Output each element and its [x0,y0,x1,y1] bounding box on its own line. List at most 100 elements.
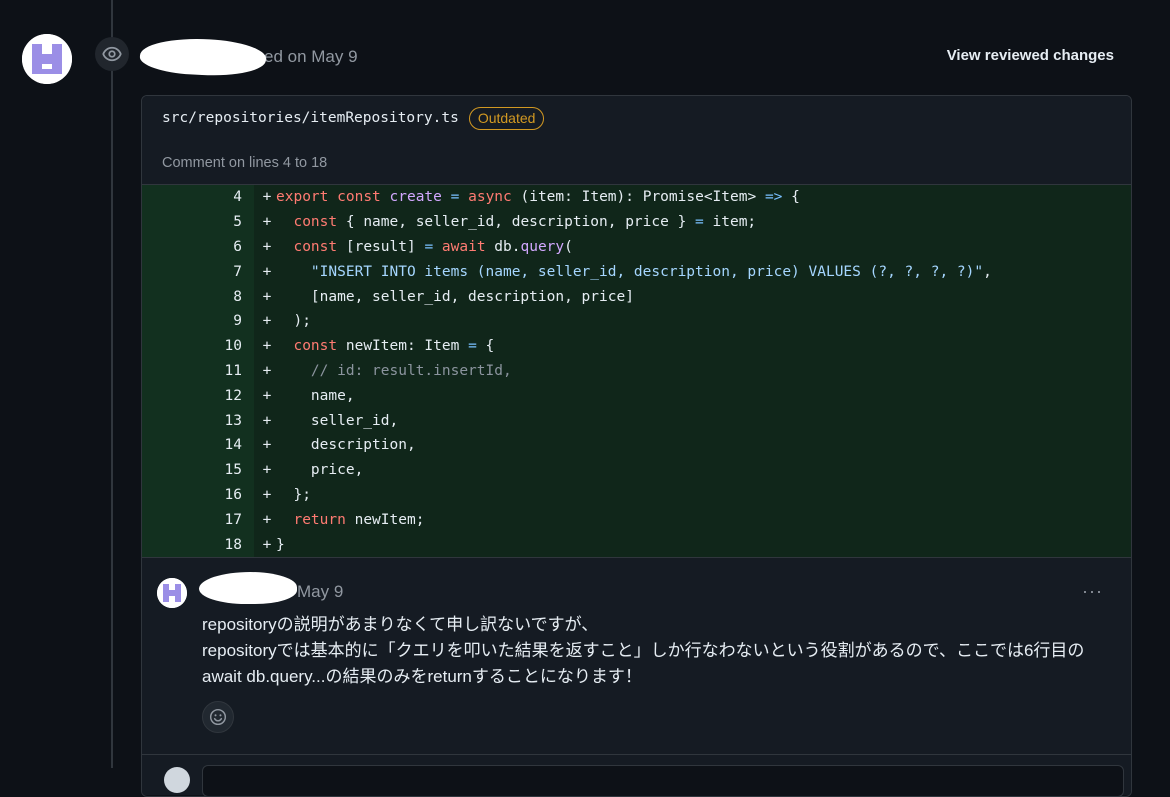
code-text: name, [276,388,355,404]
code-token: (item: Item): Promise<Item> [511,189,765,206]
code-token: seller_id, [276,412,399,429]
line-number[interactable]: 10 [142,333,254,359]
code-token: const [293,214,338,231]
comment-range: Comment on lines 4 to 18 [142,141,1131,185]
diff-line: 16 + }; [142,482,1131,508]
comment-line: repositoryでは基本的に「クエリを叩いた結果を返すこと」しか行なわないと… [202,640,1085,660]
code-token: // id: result.insertId, [310,362,512,379]
diff-line: 13 + seller_id, [142,408,1131,433]
code-token: item; [703,214,757,231]
diff-line: 5 + const { name, seller_id, description,… [142,209,1131,235]
code-text: price, [276,462,363,478]
code-token: db. [485,238,521,255]
diff-sign: + [262,412,272,429]
code-token: = [695,214,704,231]
code-token: , [983,263,992,280]
line-number[interactable]: 4 [142,185,254,210]
diff-line: 12 + name, [142,383,1131,409]
line-number[interactable]: 7 [142,259,254,285]
diff-sign: + [262,387,272,404]
diff-sign: + [262,214,272,231]
code-token: [name, seller_id, description, price] [276,288,634,305]
diff-sign: + [262,511,272,528]
review-action-text: ed on May 9 [264,47,358,66]
code-token: const [293,338,338,355]
code-token: price, [276,462,364,479]
file-path-link[interactable]: src/repositories/itemRepository.ts [162,110,459,126]
redacted-username [139,35,267,79]
diff-sign: + [262,362,272,379]
diff-sign: + [262,313,272,330]
code-text: }; [276,486,311,503]
code-token: return [293,511,346,528]
code-text: const newItem: Item = { [276,338,494,354]
line-number[interactable]: 18 [142,532,254,557]
eye-icon [95,37,129,71]
code-token: ); [276,313,311,330]
reviewer-avatar[interactable] [22,34,72,84]
code-token: create [389,189,442,206]
identicon-icon [22,34,72,84]
diff-sign: + [262,486,272,503]
diff-line: 18 +} [142,532,1131,557]
code-text: const { name, seller_id, description, pr… [276,214,756,230]
comment-date[interactable]: May 9 [297,582,343,602]
commenter-avatar[interactable] [157,577,187,608]
code-token: description, [276,437,416,454]
line-number[interactable]: 6 [142,234,254,260]
code-text: [name, seller_id, description, price] [276,289,634,305]
line-number[interactable]: 14 [142,432,254,458]
diff-line: 17 + return newItem; [142,507,1131,533]
diff-sign: + [262,437,272,454]
code-token: name, [276,387,355,404]
line-number[interactable]: 11 [142,358,254,384]
code-token: "INSERT INTO items (name, seller_id, des… [310,263,984,280]
outdated-badge: Outdated [468,106,545,130]
view-reviewed-changes-button[interactable]: View reviewed changes [941,46,1120,65]
review-header: ed on May 9 [139,35,358,79]
line-number[interactable]: 9 [142,308,254,334]
code-token: = [468,338,477,355]
add-reaction-button[interactable] [202,700,234,733]
code-token: } [276,536,285,553]
line-number[interactable]: 12 [142,383,254,409]
code-token: query [520,238,565,255]
diff-sign: + [262,462,272,479]
code-token: newItem; [345,511,425,528]
reply-input[interactable] [202,764,1124,796]
code-token: }; [276,486,311,503]
line-number[interactable]: 15 [142,457,254,483]
line-number[interactable]: 17 [142,507,254,533]
review-thread: src/repositories/itemRepository.ts Outda… [141,95,1132,797]
diff-hunk: 4 + export const create = async (item: Ite… [142,185,1131,557]
code-token: const [293,238,338,255]
diff-line: 15 + price, [142,457,1131,483]
diff-line: 6 + const [result] = await db.query( [142,234,1131,260]
diff-sign: + [262,189,272,206]
line-number[interactable]: 16 [142,482,254,508]
file-header: src/repositories/itemRepository.ts Outda… [142,96,1131,141]
code-text: const [result] = await db.query( [276,238,572,255]
reply-area [142,753,1131,796]
current-user-avatar [164,766,190,793]
identicon-icon [157,577,187,608]
more-options-button[interactable]: ··· [1076,580,1109,603]
diff-sign: + [262,263,272,280]
diff-sign: + [262,536,272,553]
code-token: = [424,238,434,255]
code-token: { [476,338,495,355]
line-number[interactable]: 5 [142,209,254,235]
comment-line: repositoryの説明があまりなくて申し訳ないですが、 [202,614,599,634]
code-text: return newItem; [276,512,424,528]
comment-body: repositoryの説明があまりなくて申し訳ないですが、 repository… [202,612,1122,690]
line-number[interactable]: 8 [142,284,254,309]
line-number[interactable]: 13 [142,408,254,433]
comment-line: await db.query...の結果のみをreturnすることになります！ [202,666,642,686]
code-token: async [468,189,512,206]
